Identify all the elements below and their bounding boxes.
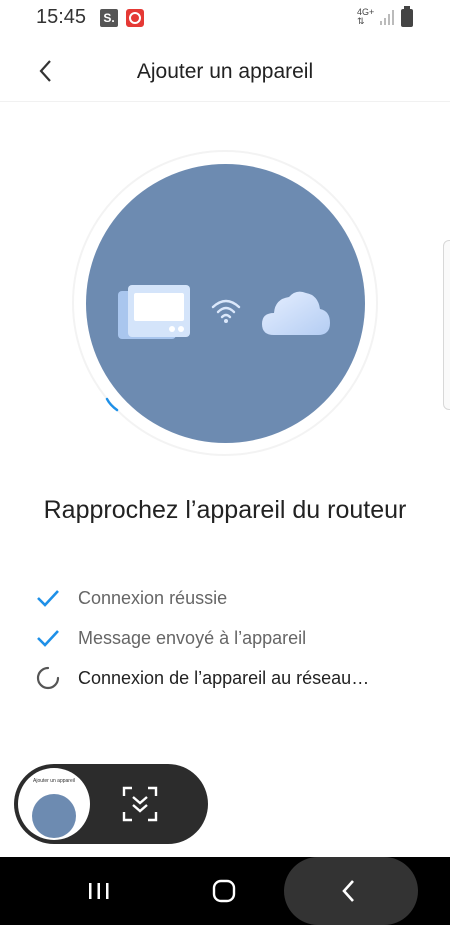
step-label: Connexion de l’appareil au réseau…	[78, 667, 370, 688]
screen: 15:45 S. 4G+ ⇅ Ajouter un appareil Rappr…	[0, 0, 450, 925]
app-thumbnail[interactable]: Ajouter un appareil	[18, 768, 90, 840]
status-time: 15:45	[36, 6, 87, 28]
check-icon	[37, 590, 59, 607]
recents-button[interactable]	[84, 877, 114, 905]
app-header: Ajouter un appareil	[0, 40, 450, 102]
thumbnail-illustration	[32, 794, 76, 838]
system-nav-bar	[0, 857, 450, 925]
progress-indicator	[105, 397, 119, 412]
home-icon	[212, 879, 236, 903]
instruction-title: Rapprochez l’appareil du routeur	[43, 496, 407, 524]
recents-icon	[89, 883, 109, 899]
thumbnail-title: Ajouter un appareil	[33, 778, 75, 784]
alert-notification-icon	[126, 9, 144, 27]
back-icon	[342, 880, 354, 902]
device-icon	[118, 285, 190, 339]
scan-capture-icon	[122, 786, 158, 822]
step-connected: Connexion réussie	[36, 578, 369, 618]
check-icon	[37, 630, 59, 647]
connection-steps: Connexion réussie Message envoyé à l’app…	[36, 578, 369, 698]
step-label: Connexion réussie	[78, 587, 228, 608]
home-button[interactable]	[209, 877, 239, 905]
battery-icon	[401, 6, 413, 27]
nav-back-button[interactable]	[335, 877, 365, 905]
step-connecting-network: Connexion de l’appareil au réseau…	[36, 658, 369, 698]
edge-panel-handle[interactable]	[443, 240, 450, 410]
network-type: 4G+ ⇅	[357, 7, 375, 26]
wifi-icon	[211, 299, 241, 323]
loading-spinner-icon	[36, 666, 60, 690]
smart-select-button[interactable]	[122, 786, 158, 822]
step-message-sent: Message envoyé à l’appareil	[36, 618, 369, 658]
cloud-icon	[262, 291, 330, 335]
page-title: Ajouter un appareil	[136, 60, 314, 83]
floating-app-pill[interactable]: Ajouter un appareil	[14, 764, 208, 844]
signal-icon	[380, 10, 394, 25]
step-label: Message envoyé à l’appareil	[78, 627, 307, 648]
s-notification-icon: S.	[100, 9, 118, 27]
status-bar: 15:45 S. 4G+ ⇅	[0, 0, 450, 36]
